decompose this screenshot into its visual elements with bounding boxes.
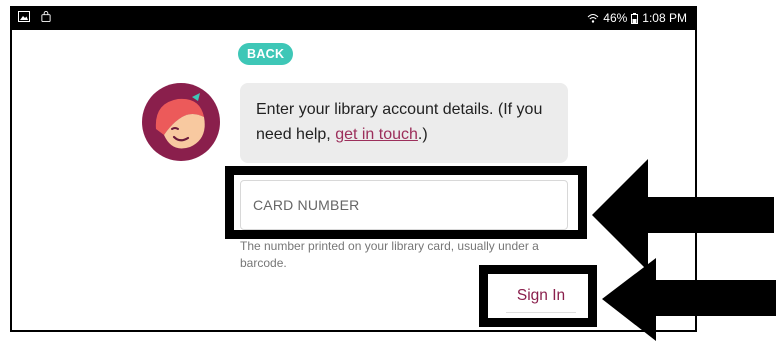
message-bubble: Enter your library account details. (If … (240, 83, 568, 163)
image-icon (18, 11, 30, 22)
message-text-end: .) (417, 126, 428, 143)
sign-in-highlight-box (479, 265, 597, 327)
status-bar: 46% 1:08 PM (12, 6, 695, 30)
battery-percentage: 46% (603, 11, 628, 25)
card-field-highlight-box (225, 166, 587, 239)
arrow-pointing-to-sign-in (602, 258, 776, 341)
libby-avatar (142, 83, 220, 161)
get-in-touch-link[interactable]: get in touch (335, 126, 418, 143)
wifi-icon (587, 13, 599, 23)
shopping-bag-icon (41, 11, 51, 22)
back-button[interactable]: BACK (238, 43, 294, 65)
battery-icon (631, 12, 639, 24)
clock: 1:08 PM (642, 11, 687, 25)
